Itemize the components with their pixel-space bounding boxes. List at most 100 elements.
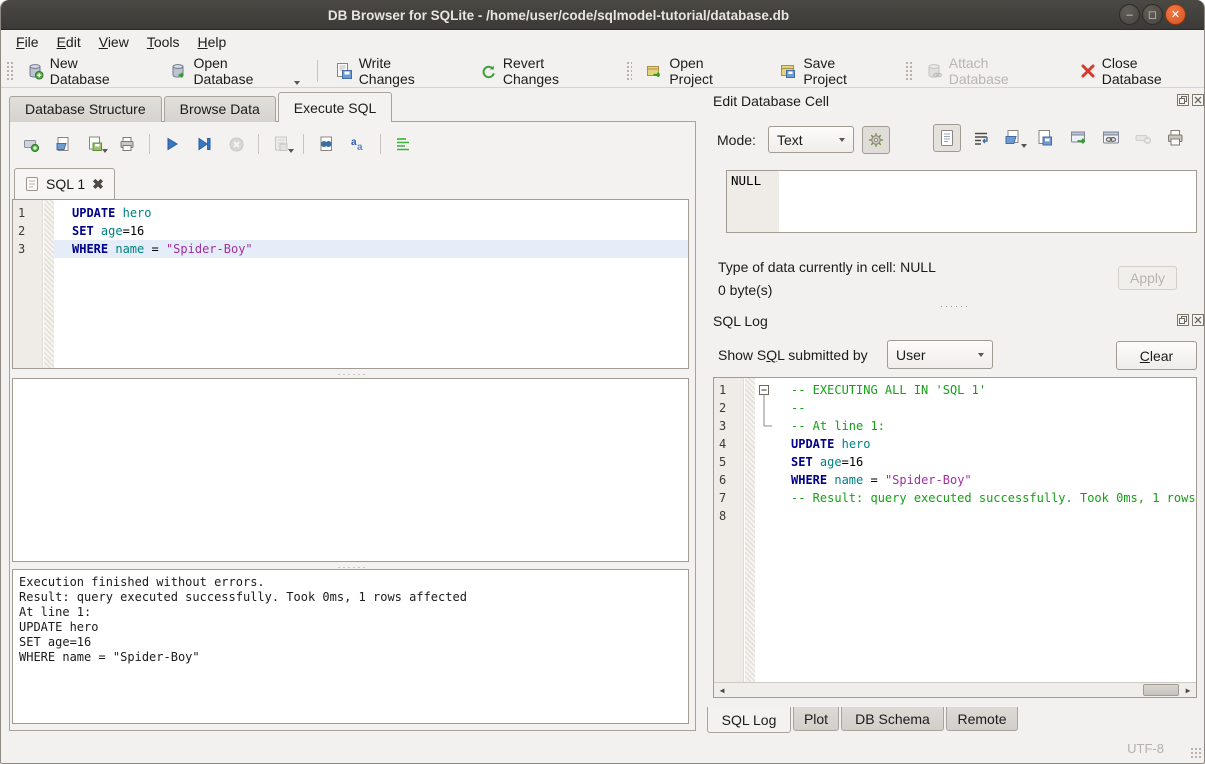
attach-database-button[interactable]: Attach Database (916, 51, 1057, 91)
open-project-icon (645, 62, 663, 80)
window-title: DB Browser for SQLite - /home/user/code/… (1, 0, 1116, 30)
stop-execution-icon[interactable] (223, 132, 249, 156)
horizontal-scrollbar[interactable]: ◀ ▶ (714, 682, 1196, 697)
fold-marker[interactable] (755, 399, 773, 417)
save-sql-dropdown-arrow[interactable] (102, 149, 108, 153)
attach-database-icon (925, 62, 943, 80)
save-project-button[interactable]: Save Project (770, 51, 888, 91)
dock-tab-plot[interactable]: Plot (793, 707, 839, 731)
import-data-icon[interactable] (1001, 126, 1025, 150)
save-results-dropdown-arrow[interactable] (288, 149, 294, 153)
svg-text:a: a (357, 142, 363, 153)
fold-marker[interactable] (755, 453, 773, 471)
apply-data-icon[interactable] (1067, 126, 1091, 150)
word-wrap-icon[interactable] (390, 132, 416, 156)
revert-changes-button[interactable]: Revert Changes (470, 51, 609, 91)
sql-editor[interactable]: 1UPDATE hero2SET age=163WHERE name = "Sp… (12, 199, 689, 369)
execution-log-pane[interactable]: Execution finished without errors. Resul… (12, 569, 689, 724)
code-line: 4UPDATE hero (714, 435, 1196, 453)
word-wrap-cell-icon[interactable] (969, 126, 993, 150)
save-results-icon[interactable] (268, 132, 294, 156)
scroll-left-arrow[interactable]: ◀ (715, 683, 729, 697)
menu-help[interactable]: Help (189, 32, 236, 52)
dock-tab-sql-log[interactable]: SQL Log (707, 707, 791, 733)
revert-changes-icon (479, 62, 497, 80)
edit-cell-panel-title: Edit Database Cell (713, 93, 829, 109)
close-database-button[interactable]: Close Database (1071, 51, 1205, 91)
menu-edit[interactable]: Edit (48, 32, 90, 52)
fold-marker[interactable] (755, 435, 773, 453)
toolbar-drag-handle[interactable] (625, 60, 633, 82)
menu-file[interactable]: File (7, 32, 48, 52)
resize-grip[interactable] (1190, 747, 1202, 759)
cell-value: NULL (731, 173, 761, 188)
close-sql-tab-icon[interactable]: ✖ (92, 176, 104, 193)
close-panel-icon[interactable] (1192, 314, 1204, 326)
maximize-button[interactable]: ◻ (1142, 4, 1163, 25)
write-changes-button[interactable]: Write Changes (326, 51, 456, 91)
float-panel-icon[interactable] (1177, 94, 1189, 106)
editor-results-splitter[interactable]: ······ (10, 370, 695, 378)
tab-execute-sql[interactable]: Execute SQL (278, 92, 393, 122)
app-window: DB Browser for SQLite - /home/user/code/… (0, 0, 1205, 764)
dock-tab-db-schema[interactable]: DB Schema (841, 707, 944, 731)
main-tab-bar: Database Structure Browse Data Execute S… (9, 92, 394, 122)
menu-view[interactable]: View (90, 32, 138, 52)
sql-log-view[interactable]: 1-- EXECUTING ALL IN 'SQL 1'2--3-- At li… (713, 377, 1197, 698)
tab-browse-data[interactable]: Browse Data (164, 96, 276, 122)
results-pane[interactable] (12, 378, 689, 562)
open-sql-file-icon[interactable] (50, 132, 76, 156)
sql-log-panel-title: SQL Log (713, 313, 768, 329)
text-mode-button[interactable] (933, 124, 961, 152)
execute-current-line-icon[interactable] (191, 132, 217, 156)
code-line: 3WHERE name = "Spider-Boy" (13, 240, 688, 258)
open-project-button[interactable]: Open Project (636, 51, 756, 91)
toolbar-drag-handle[interactable] (5, 60, 13, 82)
new-sql-tab-icon[interactable] (18, 132, 44, 156)
mode-select[interactable]: Text (768, 126, 854, 153)
toolbar-drag-handle[interactable] (904, 60, 912, 82)
open-url-link-icon[interactable] (1099, 126, 1123, 150)
open-database-dropdown-arrow[interactable] (294, 81, 300, 85)
save-data-icon[interactable] (1033, 126, 1057, 150)
sql-tab-label: SQL 1 (46, 176, 85, 192)
auto-format-icon[interactable]: aa (345, 132, 371, 156)
titlebar[interactable]: DB Browser for SQLite - /home/user/code/… (1, 0, 1205, 30)
scrollbar-thumb[interactable] (1143, 684, 1179, 696)
tab-database-structure[interactable]: Database Structure (9, 96, 162, 122)
encoding-indicator: UTF-8 (1127, 741, 1164, 756)
main-toolbar: New Database Open Database Write Changes… (1, 54, 1205, 88)
save-sql-file-icon[interactable] (82, 132, 108, 156)
dock-splitter[interactable]: ······ (713, 302, 1197, 310)
close-database-icon (1080, 63, 1096, 79)
execute-all-icon[interactable] (159, 132, 185, 156)
close-button[interactable]: ✕ (1165, 4, 1186, 25)
print-cell-icon[interactable] (1163, 126, 1187, 150)
auto-switch-mode-button[interactable] (862, 126, 890, 154)
print-sql-icon[interactable] (114, 132, 140, 156)
import-dropdown-arrow[interactable] (1021, 144, 1027, 148)
sql-log-filter-value: User (896, 347, 926, 363)
fold-marker[interactable] (755, 489, 773, 507)
sql-log-filter-select[interactable]: User (887, 340, 993, 369)
code-line: 3-- At line 1: (714, 417, 1196, 435)
open-database-button[interactable]: Open Database (160, 51, 308, 91)
fold-marker[interactable] (755, 507, 773, 525)
sql-editor-tab[interactable]: SQL 1 ✖ (14, 168, 115, 199)
fold-marker[interactable] (755, 471, 773, 489)
scroll-right-arrow[interactable]: ▶ (1181, 683, 1195, 697)
fold-marker[interactable] (755, 381, 773, 399)
cell-editor[interactable]: NULL (726, 170, 1197, 233)
fold-marker[interactable] (755, 417, 773, 435)
set-null-icon[interactable] (1131, 126, 1155, 150)
apply-button[interactable]: Apply (1118, 266, 1177, 290)
mode-value: Text (777, 132, 803, 148)
menu-tools[interactable]: Tools (138, 32, 189, 52)
close-panel-icon[interactable] (1192, 94, 1204, 106)
minimize-button[interactable]: – (1119, 4, 1140, 25)
new-database-button[interactable]: New Database (17, 51, 147, 91)
clear-log-button[interactable]: Clear (1116, 341, 1197, 370)
dock-tab-remote[interactable]: Remote (946, 707, 1018, 731)
float-panel-icon[interactable] (1177, 314, 1189, 326)
find-in-sql-icon[interactable] (313, 132, 339, 156)
